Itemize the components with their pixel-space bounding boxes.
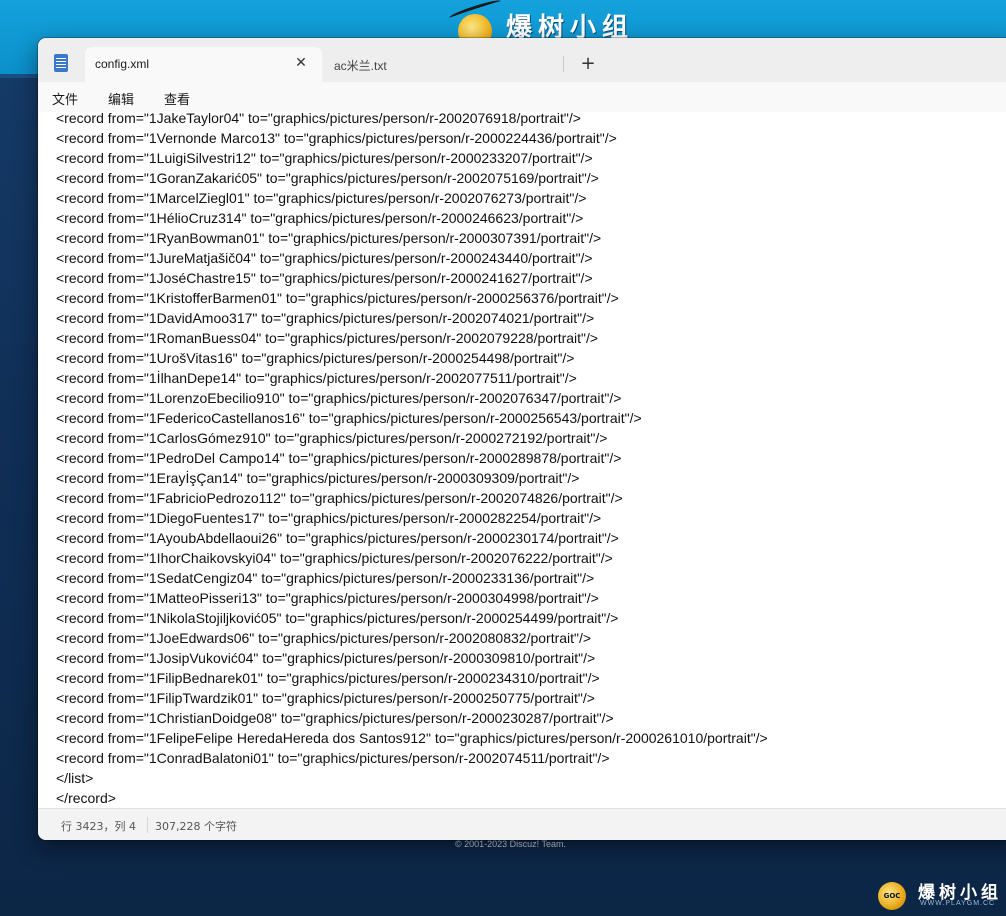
editor-line: <record from="1PedroDel Campo14" to="gra… (56, 450, 622, 466)
menu-file[interactable]: 文件 (52, 89, 78, 108)
character-count: 307,228 个字符 (155, 820, 237, 833)
editor-line: <record from="1GoranZakarić05" to="graph… (56, 170, 599, 186)
editor-line: <record from="1RyanBowman01" to="graphic… (56, 230, 602, 246)
editor-line: <record from="1HélioCruz314" to="graphic… (56, 210, 584, 226)
editor-line: <record from="1JosipVuković04" to="graph… (56, 650, 596, 666)
editor-line: <record from="1ConradBalatoni01" to="gra… (56, 750, 610, 766)
menu-bar: 文件 编辑 查看 (38, 82, 1006, 112)
editor-line: <record from="1RomanBuess04" to="graphic… (56, 330, 599, 346)
editor-line: <record from="1JoeEdwards06" to="graphic… (56, 630, 592, 646)
editor-line: <record from="1İlhanDepe14" to="graphics… (56, 370, 577, 386)
text-editor[interactable]: <record from="1JakeTaylor04" to="graphic… (38, 112, 1006, 808)
editor-line: <record from="1LuigiSilvestri12" to="gra… (56, 150, 593, 166)
editor-line: <record from="1IhorChaikovskyi04" to="gr… (56, 550, 613, 566)
editor-line: <record from="1CarlosGómez910" to="graph… (56, 430, 608, 446)
new-tab-button[interactable]: + (574, 51, 602, 77)
editor-line: <record from="1FilipTwardzik01" to="grap… (56, 690, 595, 706)
editor-line: <record from="1LorenzoEbecilio910" to="g… (56, 390, 622, 406)
editor-line: <record from="1ChristianDoidge08" to="gr… (56, 710, 614, 726)
cursor-position: 行 3423，列 4 (61, 820, 136, 833)
watermark: GOC 爆树小组 WWW.PLAYGM.CC (876, 876, 1006, 916)
watermark-badge-icon: GOC (878, 882, 906, 910)
editor-line: <record from="1FabricioPedrozo112" to="g… (56, 490, 623, 506)
editor-line: <record from="1DavidAmoo317" to="graphic… (56, 310, 595, 326)
editor-line: <record from="1JoséChastre15" to="graphi… (56, 270, 593, 286)
editor-line: <record from="1Vernonde Marco13" to="gra… (56, 130, 617, 146)
editor-line: <record from="1FedericoCastellanos16" to… (56, 410, 642, 426)
notepad-window: config.xml ✕ ac米兰.txt + 文件 编辑 查看 <record… (38, 38, 1006, 840)
editor-line: <record from="1JakeTaylor04" to="graphic… (56, 112, 581, 126)
editor-line: <record from="1KristofferBarmen01" to="g… (56, 290, 619, 306)
editor-line: </record> (56, 790, 116, 806)
menu-view[interactable]: 查看 (164, 89, 190, 108)
tab-label: config.xml (95, 57, 150, 71)
tab-divider (563, 56, 564, 72)
editor-line: <record from="1AyoubAbdellaoui26" to="gr… (56, 530, 619, 546)
editor-line: <record from="1JureMatjašič04" to="graph… (56, 250, 593, 266)
editor-line: <record from="1UrošVitas16" to="graphics… (56, 350, 575, 366)
watermark-url: WWW.PLAYGM.CC (920, 900, 996, 907)
tab-ac-milan-txt[interactable]: ac米兰.txt (326, 47, 562, 82)
tab-bar: config.xml ✕ ac米兰.txt + (38, 38, 1006, 82)
status-divider (147, 817, 148, 833)
status-bar: 行 3423，列 4 307,228 个字符 (38, 808, 1006, 840)
menu-edit[interactable]: 编辑 (108, 89, 134, 108)
editor-line: <record from="1FelipeFelipe HeredaHereda… (56, 730, 768, 746)
tab-config-xml[interactable]: config.xml ✕ (85, 47, 322, 82)
site-copyright: © 2001-2023 Discuz! Team. (455, 839, 567, 849)
editor-line: <record from="1MarcelZiegl01" to="graphi… (56, 190, 587, 206)
editor-line: </list> (56, 770, 94, 786)
editor-line: <record from="1DiegoFuentes17" to="graph… (56, 510, 602, 526)
editor-line: <record from="1FilipBednarek01" to="grap… (56, 670, 600, 686)
editor-line: <record from="1ErayİşÇan14" to="graphics… (56, 470, 580, 486)
editor-line: <record from="1SedatCengiz04" to="graphi… (56, 570, 595, 586)
editor-line: <record from="1NikolaStojiljković05" to=… (56, 610, 619, 626)
close-icon[interactable]: ✕ (290, 52, 312, 74)
editor-line: <record from="1MatteoPisseri13" to="grap… (56, 590, 599, 606)
tab-label: ac米兰.txt (334, 59, 387, 73)
notepad-icon (54, 54, 68, 72)
